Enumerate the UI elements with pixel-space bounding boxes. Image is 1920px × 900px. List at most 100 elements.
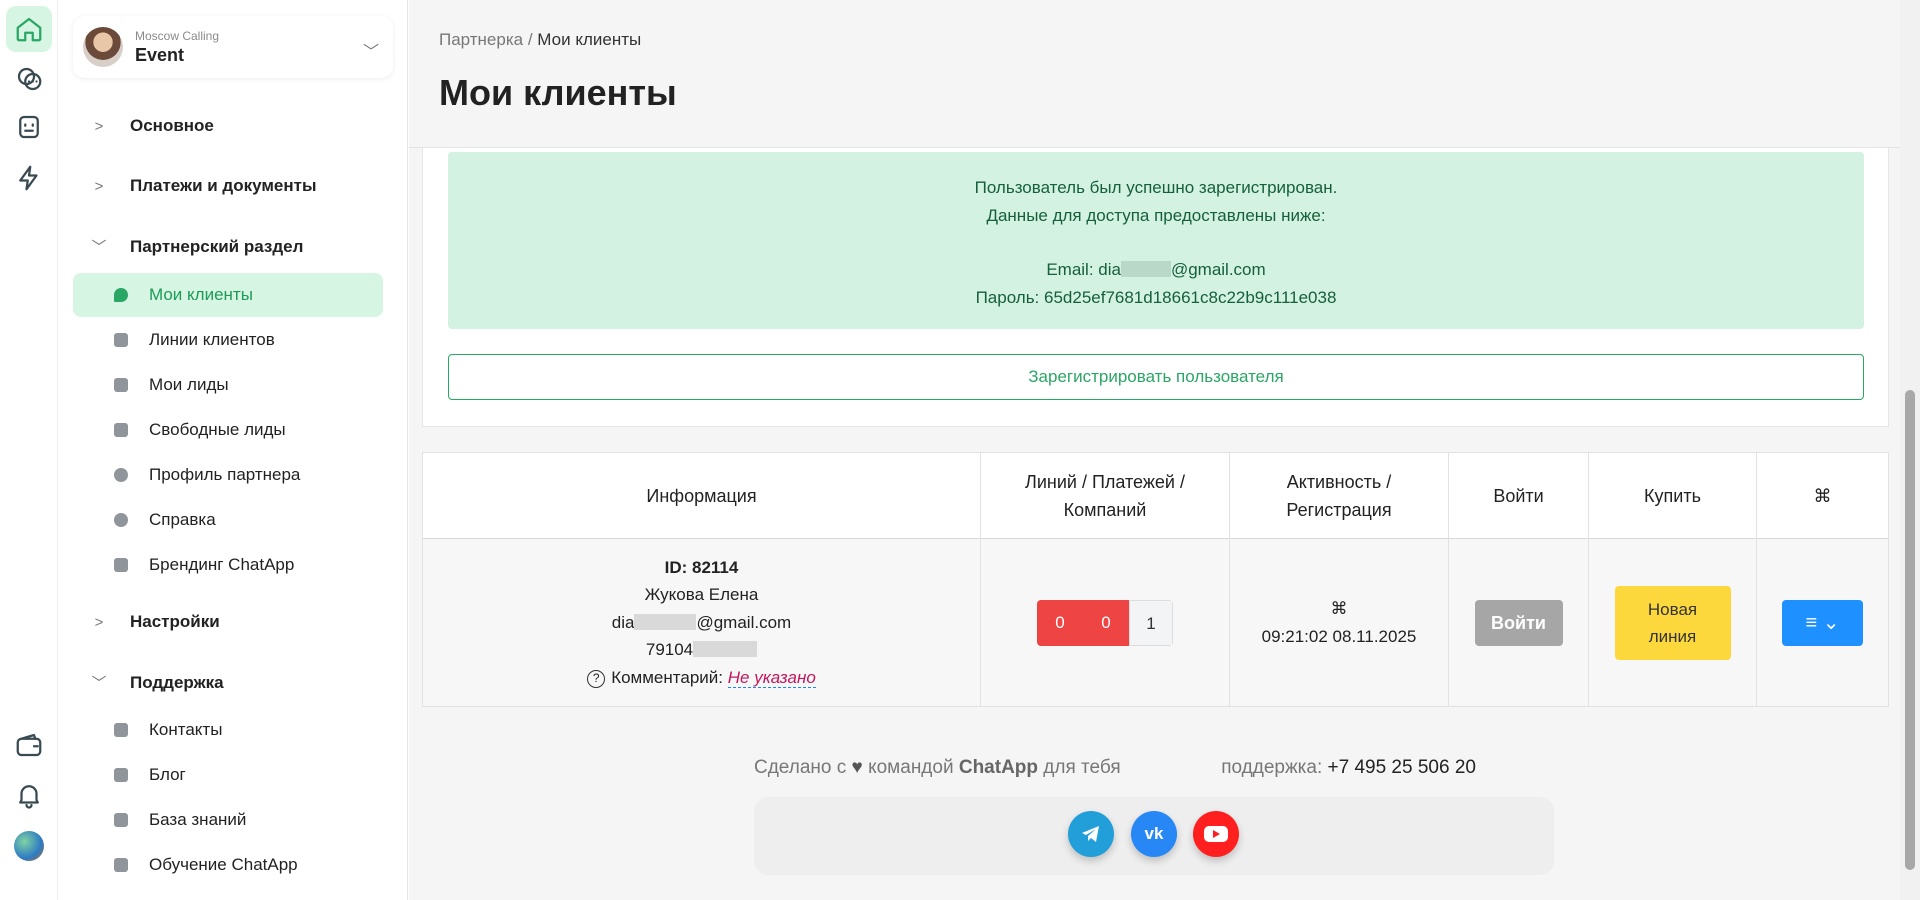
sidebar-item-free-leads[interactable]: Свободные лиды	[73, 408, 383, 452]
new-line-button[interactable]: Новая линия	[1614, 585, 1731, 660]
comment-edit-link[interactable]: Не указано	[727, 667, 816, 688]
table-header: Купить	[1589, 453, 1756, 539]
footer-made-prefix: Сделано с	[754, 757, 847, 778]
client-phone: 79104	[645, 636, 758, 664]
actions-cell: ≡ ⌄	[1757, 539, 1888, 706]
page-title: Мои клиенты	[439, 72, 677, 113]
comment-label: Комментарий:	[611, 667, 723, 687]
login-button[interactable]: Войти	[1474, 599, 1563, 646]
sidebar-item-label: Свободные лиды	[149, 420, 286, 439]
chat-icon[interactable]	[6, 56, 52, 102]
redacted-blur	[693, 641, 758, 658]
login-cell: Войти	[1449, 539, 1588, 706]
footer-brand: ChatApp	[958, 757, 1039, 778]
bell-icon[interactable]	[6, 772, 52, 818]
register-user-button[interactable]: Зарегистрировать пользователя	[448, 354, 1864, 400]
account-switcher[interactable]: Moscow Calling Event ﹀	[73, 16, 393, 78]
registration-date: 09:21:02 08.11.2025	[1261, 626, 1417, 646]
alert-password: Пароль: 65d25ef7681d18661c8c22b9c111e038	[975, 287, 1337, 307]
sidebar-item-label: База знаний	[149, 810, 247, 829]
sidebar-item-blog[interactable]: Блог	[73, 753, 383, 797]
inbox-icon	[113, 377, 129, 393]
social-links: vk	[754, 797, 1554, 875]
alert-email-domain: @gmail.com	[1170, 260, 1266, 279]
buy-cell: Новая линия	[1589, 539, 1756, 706]
sidebar-item-label: Профиль партнера	[149, 465, 301, 484]
page-scrollbar[interactable]	[1900, 0, 1920, 900]
column-counts: Линий / Платежей / Компаний 0 0 1	[981, 453, 1230, 706]
sidebar-item-label: Справка	[149, 510, 216, 529]
chevron-down-icon: ﹀	[91, 675, 107, 692]
table-header: Войти	[1449, 453, 1588, 539]
client-email-domain: @gmail.com	[696, 612, 792, 632]
vk-icon[interactable]: vk	[1131, 811, 1177, 857]
client-phone-prefix: 79104	[645, 640, 694, 660]
redacted-blur	[634, 613, 697, 630]
profile-globe-avatar[interactable]	[14, 831, 44, 861]
wallet-icon[interactable]	[6, 722, 52, 768]
sidebar-item-my-leads[interactable]: Мои лиды	[73, 363, 383, 407]
sidebar-section-main[interactable]: > Основное	[88, 116, 214, 136]
heart-icon: ♥	[851, 757, 863, 778]
sidebar-section-settings[interactable]: > Настройки	[88, 612, 220, 632]
sidebar-item-label: Мои клиенты	[149, 285, 253, 304]
breadcrumb: Партнерка / Мои клиенты	[439, 30, 641, 50]
sidebar-section-payments[interactable]: > Платежи и документы	[88, 176, 317, 196]
counts-badge-group[interactable]: 0 0 1	[1037, 599, 1173, 646]
alert-email-label: Email: dia	[1046, 260, 1121, 279]
sidebar-item-client-lines[interactable]: Линии клиентов	[73, 318, 383, 362]
footer-made-middle: командой	[868, 757, 954, 778]
youtube-icon[interactable]	[1193, 811, 1239, 857]
headphones-icon	[113, 722, 129, 738]
success-alert: Пользователь был успешно зарегистрирован…	[448, 152, 1864, 329]
page-header: Партнерка / Мои клиенты Мои клиенты	[409, 0, 1900, 148]
alert-email: Email: dia @gmail.com	[448, 256, 1864, 284]
column-info: Информация ID: 82114 Жукова Елена dia @gm…	[423, 453, 981, 706]
sidebar-item-help[interactable]: Справка	[73, 498, 383, 542]
camera-icon	[113, 767, 129, 783]
table-header: Информация	[423, 453, 980, 539]
chevron-right-icon: >	[94, 613, 104, 631]
sidebar-item-knowledge-base[interactable]: База знаний	[73, 798, 383, 842]
sidebar-item-partner-profile[interactable]: Профиль партнера	[73, 453, 383, 497]
alert-line-2: Данные для доступа предоставлены ниже:	[986, 205, 1326, 225]
sidebar-item-label: Обучение ChatApp	[149, 855, 298, 874]
sidebar-item-training[interactable]: Обучение ChatApp	[73, 843, 383, 887]
column-actions: ⌘ ≡ ⌄	[1757, 453, 1888, 706]
graduation-cap-icon	[113, 857, 129, 873]
client-info-cell: ID: 82114 Жукова Елена dia @gmail.com 791…	[423, 539, 980, 706]
footer-support-phone[interactable]: +7 495 25 506 20	[1328, 757, 1476, 778]
question-icon: ?	[587, 669, 606, 688]
sidebar-item-contacts[interactable]: Контакты	[73, 708, 383, 752]
section-label: Платежи и документы	[130, 176, 317, 195]
sidebar-section-partner[interactable]: ﹀ Партнерский раздел	[88, 236, 303, 257]
client-email: dia @gmail.com	[612, 609, 791, 637]
sidebar-item-label: Блог	[149, 765, 186, 784]
column-buy: Купить Новая линия	[1589, 453, 1757, 706]
sidebar-item-branding[interactable]: Брендинг ChatApp	[73, 543, 383, 587]
sidebar-item-label: Мои лиды	[149, 375, 229, 394]
column-activity: Активность / Регистрация ⌘ 09:21:02 08.1…	[1230, 453, 1449, 706]
sidebar-item-my-clients[interactable]: Мои клиенты	[73, 273, 383, 317]
scrollbar-thumb[interactable]	[1905, 390, 1915, 870]
table-header: Линий / Платежей / Компаний	[981, 453, 1229, 539]
bot-icon[interactable]	[6, 104, 52, 150]
counts-cell: 0 0 1	[981, 539, 1229, 706]
sidebar-item-label: Брендинг ChatApp	[149, 555, 295, 574]
avatar	[83, 27, 123, 67]
chevron-right-icon: >	[94, 177, 104, 195]
info-icon	[113, 512, 129, 528]
chevron-down-icon: ﹀	[91, 239, 107, 256]
table-header: ⌘	[1757, 453, 1888, 539]
breadcrumb-parent[interactable]: Партнерка /	[439, 30, 533, 49]
footer-text: Сделано с ♥ командой ChatApp для тебя по…	[754, 757, 1476, 779]
sidebar: Moscow Calling Event ﹀ > Основное > Плат…	[58, 0, 408, 900]
account-name: Event	[135, 44, 185, 65]
home-icon[interactable]	[6, 6, 52, 52]
lightning-icon[interactable]	[6, 155, 52, 201]
telegram-icon[interactable]	[1068, 811, 1114, 857]
sidebar-section-support[interactable]: ﹀ Поддержка	[88, 672, 223, 693]
alert-line-1: Пользователь был успешно зарегистрирован…	[974, 178, 1338, 197]
actions-menu-button[interactable]: ≡ ⌄	[1782, 599, 1863, 646]
redacted-blur	[1120, 261, 1171, 277]
